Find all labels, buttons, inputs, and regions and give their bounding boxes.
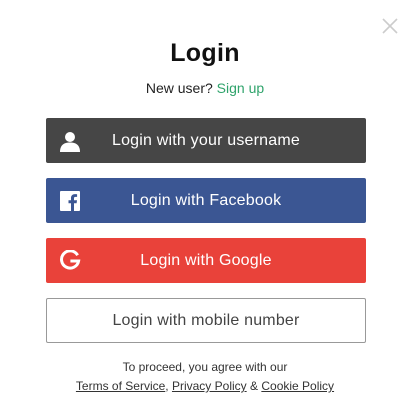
close-icon[interactable] <box>380 16 400 36</box>
login-mobile-label: Login with mobile number <box>112 311 300 329</box>
login-google-label: Login with Google <box>140 251 272 269</box>
login-username-label: Login with your username <box>111 131 300 149</box>
new-user-text: New user? <box>145 80 213 96</box>
terms-links: Terms of Service, Privacy Policy & Cooki… <box>0 377 410 396</box>
terms-notice: To proceed, you agree with our Terms of … <box>0 358 410 396</box>
signup-link[interactable]: Sign up <box>217 80 264 96</box>
google-icon <box>58 238 82 283</box>
login-mobile-button[interactable]: Login with mobile number <box>46 298 366 343</box>
terms-ampersand: & <box>250 379 259 393</box>
signup-prompt: New user? Sign up <box>0 80 410 96</box>
login-dialog: Login New user? Sign up Login with your … <box>0 0 410 410</box>
cookie-policy-link[interactable]: Cookie Policy <box>261 379 334 393</box>
user-icon <box>58 118 82 163</box>
login-facebook-button[interactable]: Login with Facebook <box>46 178 366 223</box>
login-facebook-label: Login with Facebook <box>130 191 282 209</box>
terms-intro: To proceed, you agree with our <box>122 360 288 374</box>
login-username-button[interactable]: Login with your username <box>46 118 366 163</box>
terms-comma: , <box>165 379 169 393</box>
facebook-icon <box>58 178 82 223</box>
privacy-policy-link[interactable]: Privacy Policy <box>172 379 247 393</box>
terms-of-service-link[interactable]: Terms of Service <box>76 379 165 393</box>
dialog-title: Login <box>170 39 240 67</box>
login-google-button[interactable]: Login with Google <box>46 238 366 283</box>
